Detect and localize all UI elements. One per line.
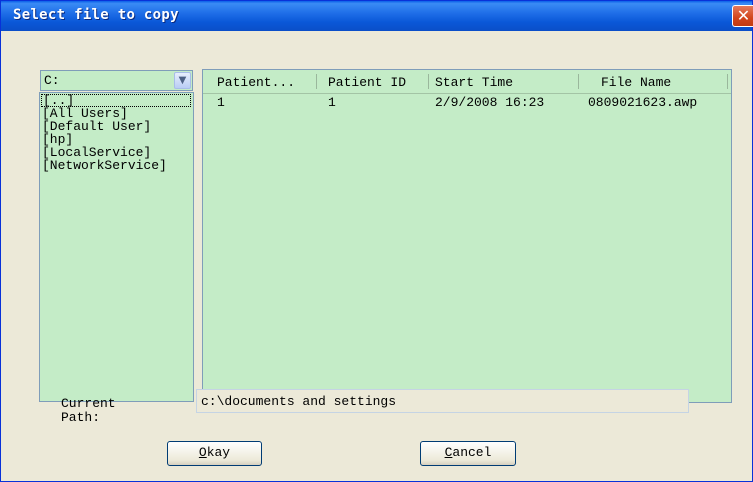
current-path-label: Current Path: <box>61 397 116 425</box>
column-divider[interactable] <box>316 74 317 89</box>
current-path-value: c:\documents and settings <box>201 394 397 409</box>
cancel-button-label: ancel <box>452 445 492 460</box>
column-divider[interactable] <box>578 74 579 89</box>
directory-item-networkservice[interactable]: [NetworkService] <box>40 159 193 172</box>
cell-file-name: 0809021623.awp <box>588 95 698 110</box>
current-path-field: c:\documents and settings <box>196 389 689 413</box>
current-path-label-line2: Path: <box>61 410 101 425</box>
chevron-down-icon[interactable]: ▼ <box>174 72 191 89</box>
okay-button[interactable]: Okay <box>167 441 262 466</box>
close-button[interactable]: ✕ <box>732 5 753 27</box>
okay-button-mnemonic: O <box>198 445 207 460</box>
okay-button-label: kay <box>206 445 231 460</box>
title-bar[interactable]: Select file to copy ✕ <box>1 1 753 31</box>
cell-patient-id: 1 <box>328 95 336 110</box>
cancel-button[interactable]: Cancel <box>420 441 516 466</box>
cell-start-time: 2/9/2008 16:23 <box>435 95 545 110</box>
close-icon: ✕ <box>736 6 751 25</box>
dialog-title: Select file to copy <box>13 7 179 23</box>
column-header-patient-id[interactable]: Patient ID <box>328 75 406 90</box>
directory-list[interactable]: [..] [All Users] [Default User] [hp] [Lo… <box>39 92 194 402</box>
column-header-patient[interactable]: Patient... <box>217 75 295 90</box>
drive-select[interactable]: C: ▼ <box>40 70 193 91</box>
file-list-header: Patient... Patient ID Start Time File Na… <box>203 70 731 94</box>
cell-patient: 1 <box>217 95 225 110</box>
column-divider[interactable] <box>428 74 429 89</box>
dialog-body: C: ▼ [..] [All Users] [Default User] [hp… <box>7 34 748 480</box>
column-header-start-time[interactable]: Start Time <box>435 75 513 90</box>
column-header-file-name[interactable]: File Name <box>601 75 671 90</box>
drive-select-value: C: <box>44 73 60 88</box>
select-file-dialog: Select file to copy ✕ C: ▼ [..] [All Use… <box>0 0 753 482</box>
file-list[interactable]: Patient... Patient ID Start Time File Na… <box>202 69 732 403</box>
file-row[interactable]: 1 1 2/9/2008 16:23 0809021623.awp <box>203 95 731 111</box>
column-divider[interactable] <box>727 74 728 89</box>
current-path-label-line1: Current <box>61 396 116 411</box>
